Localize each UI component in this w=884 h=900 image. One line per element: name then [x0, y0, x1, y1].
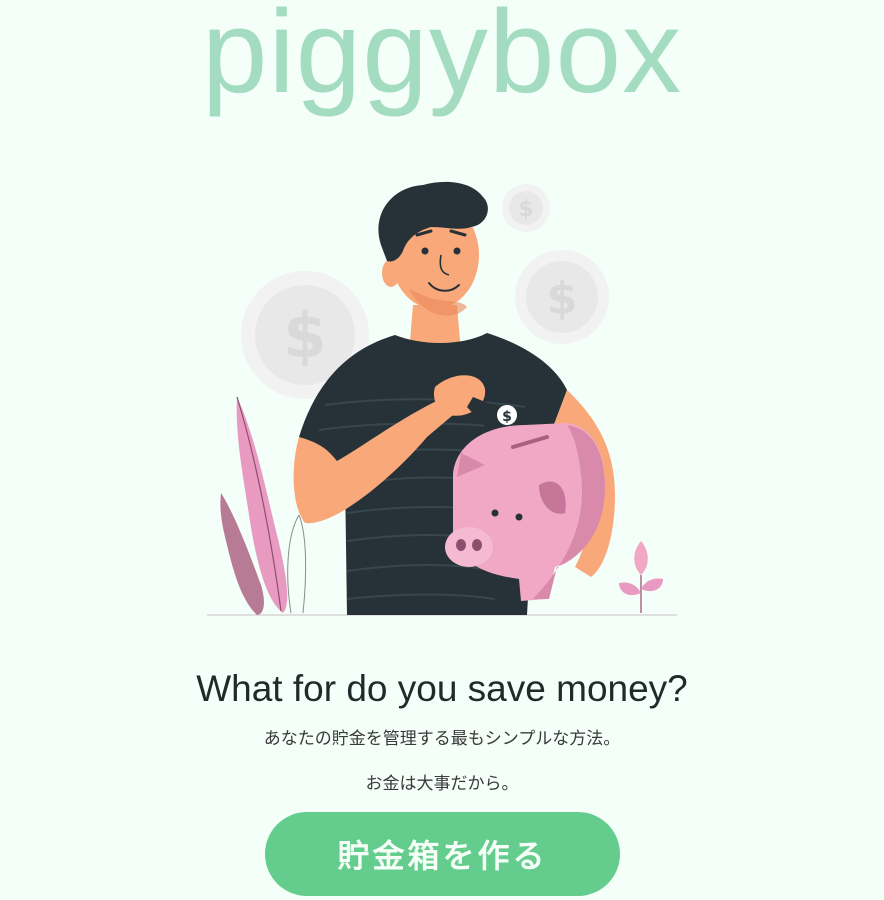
hero-headline: What for do you save money?: [196, 668, 688, 709]
create-piggybox-button[interactable]: 貯金箱を作る: [265, 812, 620, 896]
coin-icon-small: $: [502, 184, 550, 232]
plant-right-icon: [619, 541, 663, 613]
piggybox-logo: piggybox: [201, 0, 683, 118]
piggy-bank-illustration: $ $ $ $: [207, 181, 677, 616]
svg-text:$: $: [502, 409, 512, 425]
hero-subtitle: あなたの貯金を管理する最もシンプルな方法。: [263, 729, 621, 749]
svg-text:$: $: [518, 197, 533, 222]
svg-text:$: $: [283, 299, 326, 372]
hero-tagline: お金は大事だから。: [365, 774, 519, 794]
coin-icon-medium: $: [515, 250, 609, 344]
landing-page: piggybox $ $ $ $ What for do you save mo…: [0, 0, 884, 900]
svg-text:$: $: [547, 273, 578, 324]
plant-left-icon: [220, 396, 307, 615]
